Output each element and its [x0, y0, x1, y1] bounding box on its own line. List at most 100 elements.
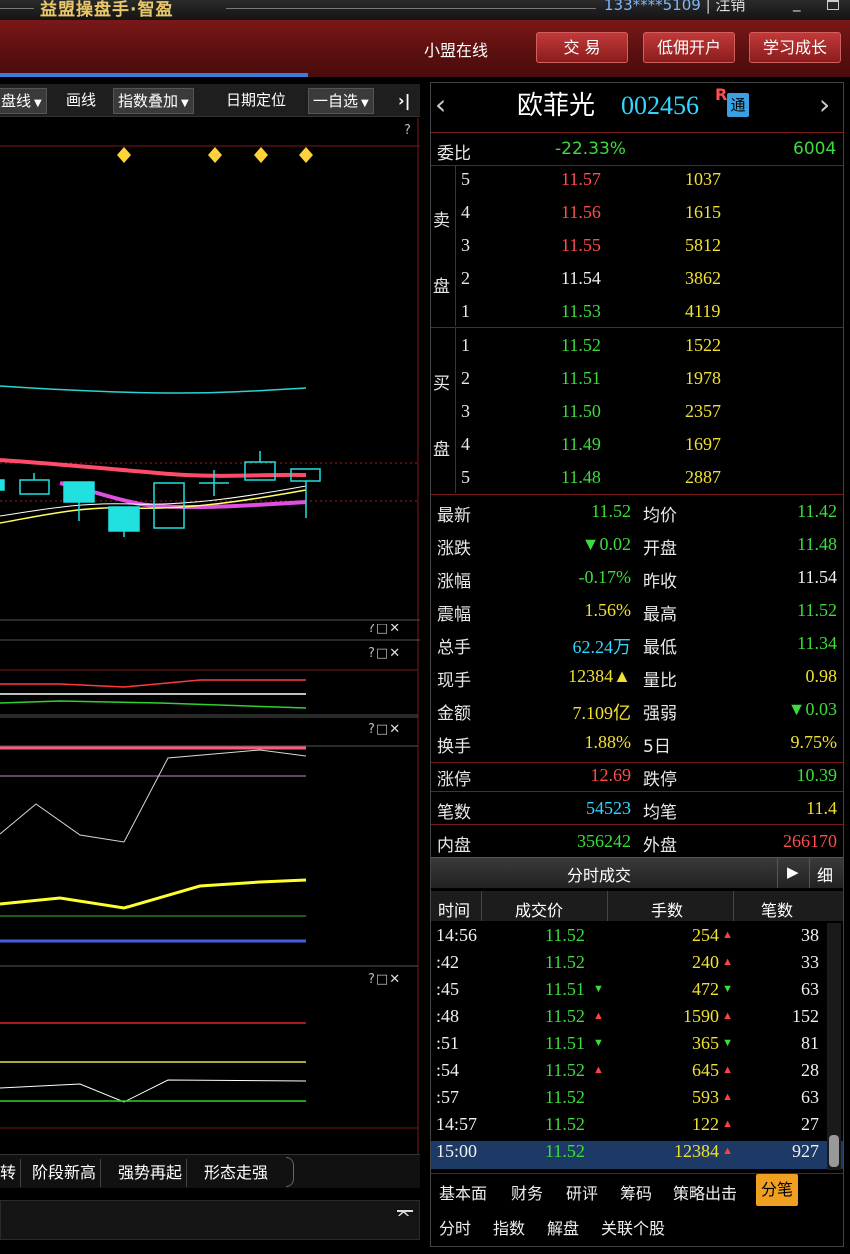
tab-research[interactable]: 研评 — [566, 1180, 598, 1204]
buy-level-price[interactable]: 11.48 — [561, 467, 601, 488]
buy-level-price[interactable]: 11.51 — [561, 368, 601, 389]
toolbar-more-icon[interactable]: ›| — [398, 84, 410, 117]
help-icon[interactable]: ? — [368, 722, 376, 737]
index-overlay-dropdown[interactable]: 指数叠加 ▼ — [113, 88, 194, 114]
quote-label: 均价 — [643, 506, 677, 526]
col-count[interactable]: 笔数 — [761, 897, 793, 921]
strategy-tab-strong-rebound[interactable]: 强势再起 — [114, 1159, 188, 1187]
buy-level-price[interactable]: 11.50 — [561, 401, 601, 422]
chevron-down-icon: ▼ — [181, 98, 189, 109]
close-icon[interactable]: ✕ — [389, 972, 401, 987]
inner-volume-value: 356242 — [577, 831, 631, 851]
tick-row[interactable]: 14:56 11.52 254 ▲ 38 — [431, 925, 843, 952]
buy-level-price[interactable]: 11.49 — [561, 434, 601, 455]
col-time[interactable]: 时间 — [438, 897, 470, 921]
tick-price: 11.52 — [545, 1006, 585, 1026]
signal-diamond-icon — [208, 147, 222, 163]
quote-value: 11.34 — [797, 633, 837, 653]
title-bar: 益盟操盘手·智盈 133****5109 | 注销 _ — [0, 0, 850, 20]
tab-strategy[interactable]: 策略出击 — [673, 1180, 737, 1204]
strategy-tab-new-high[interactable]: 阶段新高 — [28, 1159, 102, 1187]
maximize-icon[interactable]: □ — [376, 972, 389, 987]
tick-price: 11.51 — [545, 1033, 585, 1053]
close-icon[interactable]: ✕ — [389, 624, 401, 634]
sell-level-price[interactable]: 11.53 — [561, 301, 601, 322]
tick-time: 15:00 — [436, 1141, 478, 1161]
tick-row[interactable]: 14:57 11.52 122 ▲ 27 — [431, 1114, 843, 1141]
tick-row[interactable]: :51 11.51 ▼ 365 ▼ 81 — [431, 1033, 843, 1060]
quote-value: 11.52 — [797, 600, 837, 620]
close-icon[interactable]: ✕ — [389, 722, 401, 737]
kline-chart[interactable] — [0, 118, 420, 1158]
kline-dropdown[interactable]: 盘线 ▼ — [0, 88, 47, 114]
collapse-up-icon[interactable]: ^ — [396, 1210, 414, 1228]
tick-count: 63 — [801, 979, 819, 999]
logout-link[interactable]: 注销 — [715, 0, 745, 14]
date-locate-button[interactable]: 日期定位 — [226, 84, 286, 117]
learn-button[interactable]: 学习成长 — [749, 32, 841, 63]
open-account-button[interactable]: 低佣开户 — [643, 32, 735, 63]
tab-finance[interactable]: 财务 — [511, 1180, 543, 1204]
account-id: 133****5109 — [604, 0, 701, 14]
watchlist-dropdown[interactable]: 一自选 ▼ — [308, 88, 374, 114]
tab-analysis[interactable]: 解盘 — [547, 1215, 579, 1239]
quote-label: 换手 — [437, 737, 471, 757]
tong-badge[interactable]: 通 — [727, 93, 749, 117]
chart-area[interactable]: ? ?□✕ ?□✕ ?□✕ ?□✕ — [0, 118, 420, 1158]
deal-count-value: 54523 — [586, 798, 631, 818]
tick-time: 14:57 — [436, 1114, 478, 1134]
tab-intraday[interactable]: 分时 — [439, 1215, 471, 1239]
tick-row[interactable]: :42 11.52 240 ▲ 33 — [431, 952, 843, 979]
help-icon[interactable]: ? — [368, 972, 376, 987]
tick-row[interactable]: :48 11.52 ▲ 1590 ▲ 152 — [431, 1006, 843, 1033]
tick-row[interactable]: :54 11.52 ▲ 645 ▲ 28 — [431, 1060, 843, 1087]
prev-stock-icon[interactable]: ‹ — [435, 87, 446, 123]
tick-row[interactable]: 15:00 11.52 12384 ▲ 927 — [431, 1141, 843, 1169]
buy-side-label: 买 — [433, 374, 450, 394]
play-icon[interactable]: ▶ — [787, 863, 799, 881]
tick-time: 14:56 — [436, 925, 478, 945]
tab-chips[interactable]: 筹码 — [620, 1180, 652, 1204]
buy-side-label: 盘 — [433, 440, 450, 460]
quote-label: 强弱 — [643, 704, 677, 724]
tick-row[interactable]: :57 11.52 593 ▲ 63 — [431, 1087, 843, 1114]
main-panel-help-icon[interactable]: ? — [404, 123, 412, 138]
online-service-link[interactable]: 小盟在线 — [424, 37, 488, 61]
sell-level-price[interactable]: 11.57 — [561, 169, 601, 190]
tab-ticks[interactable]: 分笔 — [756, 1174, 799, 1206]
col-price[interactable]: 成交价 — [515, 897, 563, 921]
quote-label: 最低 — [643, 638, 677, 658]
maximize-icon[interactable]: □ — [376, 624, 389, 634]
title-line — [0, 8, 34, 9]
minimize-button[interactable]: _ — [793, 0, 801, 12]
tab-index[interactable]: 指数 — [493, 1215, 525, 1239]
arrow-down-icon: ▼ — [593, 983, 604, 995]
inner-volume-label: 内盘 — [437, 836, 471, 856]
tick-volume: 365 — [692, 1033, 719, 1053]
maximize-icon[interactable]: □ — [376, 722, 389, 737]
help-icon[interactable]: ? — [368, 624, 376, 634]
strategy-tab-pattern[interactable]: 形态走强 — [200, 1159, 272, 1187]
trade-button[interactable]: 交 易 — [536, 32, 628, 63]
strategy-tab-turn[interactable]: 转 — [0, 1159, 22, 1187]
draw-line-button[interactable]: 画线 — [66, 84, 96, 117]
tick-count: 63 — [801, 1087, 819, 1107]
help-icon[interactable]: ? — [368, 646, 376, 661]
buy-level-price[interactable]: 11.52 — [561, 335, 601, 356]
close-icon[interactable]: ✕ — [389, 646, 401, 661]
sell-level-price[interactable]: 11.55 — [561, 235, 601, 256]
sell-level-price[interactable]: 11.56 — [561, 202, 601, 223]
restore-icon[interactable] — [827, 0, 839, 10]
tick-scrollbar-thumb[interactable] — [829, 1135, 839, 1167]
col-volume[interactable]: 手数 — [651, 897, 683, 921]
detail-button[interactable]: 细 — [817, 862, 833, 886]
tab-fundamentals[interactable]: 基本面 — [439, 1180, 487, 1204]
maximize-icon[interactable]: □ — [376, 646, 389, 661]
tick-scrollbar[interactable] — [827, 923, 841, 1170]
sell-level-price[interactable]: 11.54 — [561, 268, 601, 289]
tab-related-stocks[interactable]: 关联个股 — [601, 1215, 665, 1239]
tick-time: :45 — [436, 979, 460, 999]
tick-row[interactable]: :45 11.51 ▼ 472 ▼ 63 — [431, 979, 843, 1006]
buy-level-number: 5 — [461, 467, 470, 487]
next-stock-icon[interactable]: › — [819, 87, 830, 123]
